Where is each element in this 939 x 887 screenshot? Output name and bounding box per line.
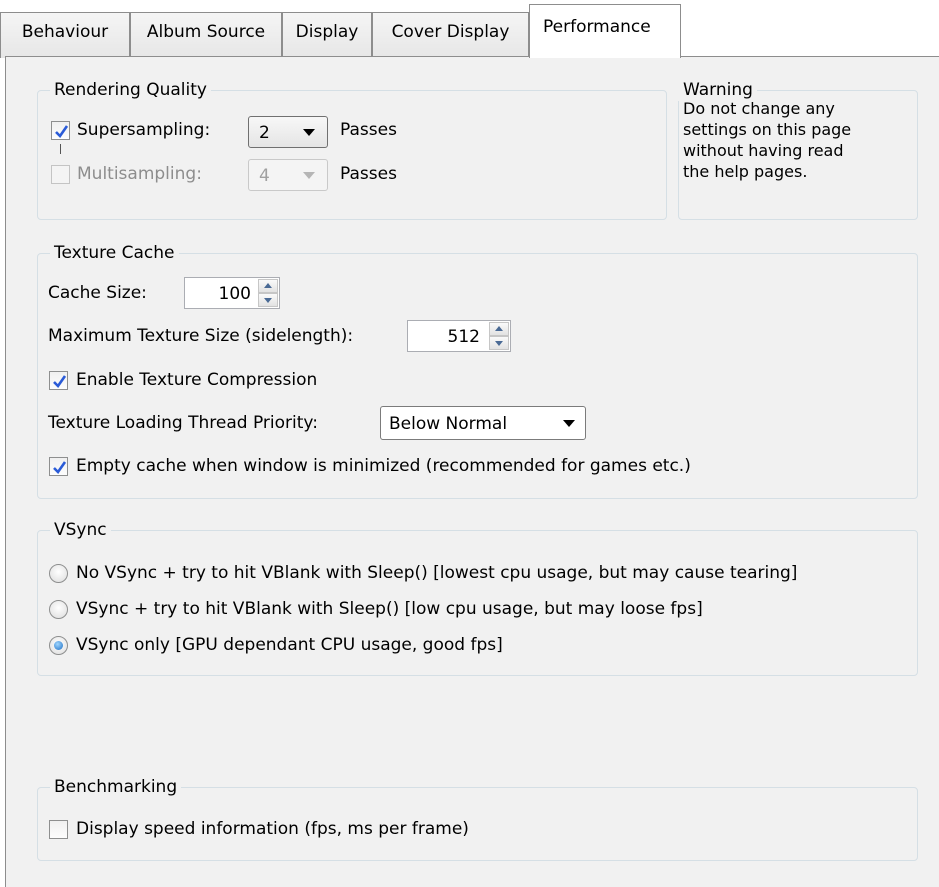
warning-text-line: Do not change any bbox=[683, 99, 835, 118]
group-title: Rendering Quality bbox=[50, 79, 211, 101]
select-value: 2 bbox=[259, 123, 270, 143]
decrement-button[interactable] bbox=[258, 293, 278, 307]
empty-cache-checkbox[interactable] bbox=[49, 457, 68, 476]
tab-display[interactable]: Display bbox=[282, 12, 372, 58]
multisampling-checkbox[interactable] bbox=[51, 165, 70, 184]
multisampling-label: Multisampling: bbox=[77, 164, 202, 184]
supersampling-checkbox[interactable] bbox=[51, 121, 70, 140]
texture-compression-checkbox[interactable] bbox=[49, 371, 68, 390]
group-title: Benchmarking bbox=[50, 776, 182, 798]
multisampling-passes-select[interactable]: 4 bbox=[248, 159, 328, 191]
vsync-option-label: VSync only [GPU dependant CPU usage, goo… bbox=[76, 635, 503, 655]
rendering-quality-group: Rendering Quality Supersampling: 2 Passe… bbox=[37, 79, 667, 220]
chevron-down-icon bbox=[303, 172, 315, 179]
decrement-button[interactable] bbox=[489, 336, 509, 350]
thread-priority-select[interactable]: Below Normal bbox=[380, 406, 586, 440]
stepper-value: 100 bbox=[218, 284, 251, 304]
supersampling-label: Supersampling: bbox=[77, 120, 211, 140]
checkmark-icon bbox=[53, 375, 67, 389]
warning-text-line: settings on this page bbox=[683, 120, 852, 139]
speed-info-checkbox[interactable] bbox=[49, 820, 68, 839]
tab-page-performance: Rendering Quality Supersampling: 2 Passe… bbox=[5, 56, 939, 887]
increment-button[interactable] bbox=[489, 322, 509, 336]
warning-group: Warning Do not change any settings on th… bbox=[678, 79, 918, 220]
tab-label: Album Source bbox=[146, 22, 266, 42]
warning-text-line: the help pages. bbox=[683, 162, 808, 181]
tab-album-source[interactable]: Album Source bbox=[130, 12, 282, 58]
stepper-value: 512 bbox=[447, 327, 480, 347]
link-line bbox=[60, 144, 61, 154]
tab-label: Display bbox=[295, 22, 359, 42]
tab-strip: Behaviour Album Source Display Cover Dis… bbox=[0, 0, 939, 58]
cache-size-stepper[interactable]: 100 bbox=[184, 277, 280, 309]
group-title: VSync bbox=[50, 519, 111, 541]
texture-compression-label: Enable Texture Compression bbox=[76, 370, 318, 390]
tab-behaviour[interactable]: Behaviour bbox=[0, 12, 130, 58]
empty-cache-label: Empty cache when window is minimized (re… bbox=[76, 456, 691, 476]
chevron-down-icon bbox=[303, 129, 315, 136]
benchmarking-group: Benchmarking Display speed information (… bbox=[37, 776, 918, 861]
group-title: Texture Cache bbox=[50, 242, 179, 264]
vsync-option-label: VSync + try to hit VBlank with Sleep() [… bbox=[76, 599, 703, 619]
max-texture-size-stepper[interactable]: 512 bbox=[407, 320, 511, 352]
vsync-group: VSync No VSync + try to hit VBlank with … bbox=[37, 519, 918, 676]
select-value: 4 bbox=[259, 166, 270, 186]
radio-dot-icon bbox=[54, 641, 63, 650]
tab-performance[interactable]: Performance bbox=[529, 4, 681, 58]
tab-cover-display[interactable]: Cover Display bbox=[372, 12, 529, 58]
speed-info-label: Display speed information (fps, ms per f… bbox=[76, 819, 469, 839]
max-texture-size-label: Maximum Texture Size (sidelength): bbox=[48, 326, 354, 346]
increment-button[interactable] bbox=[258, 279, 278, 293]
tab-label: Performance bbox=[543, 17, 651, 37]
thread-priority-label: Texture Loading Thread Priority: bbox=[48, 413, 318, 433]
select-value: Below Normal bbox=[389, 414, 508, 434]
cache-size-label: Cache Size: bbox=[48, 283, 147, 303]
warning-text-line: without having read bbox=[683, 141, 844, 160]
supersampling-passes-select[interactable]: 2 bbox=[248, 116, 328, 148]
vsync-option-radio-selected[interactable] bbox=[49, 636, 68, 655]
tab-label: Cover Display bbox=[391, 22, 510, 42]
multisampling-unit: Passes bbox=[340, 164, 397, 184]
checkmark-icon bbox=[53, 461, 67, 475]
stepper-buttons bbox=[489, 322, 509, 350]
stepper-buttons bbox=[258, 279, 278, 307]
supersampling-unit: Passes bbox=[340, 120, 397, 140]
vsync-option-radio[interactable] bbox=[49, 564, 68, 583]
texture-cache-group: Texture Cache Cache Size: 100 Maximum Te… bbox=[37, 242, 918, 499]
vsync-option-radio[interactable] bbox=[49, 600, 68, 619]
chevron-down-icon bbox=[563, 420, 575, 427]
vsync-option-label: No VSync + try to hit VBlank with Sleep(… bbox=[76, 563, 798, 583]
tab-label: Behaviour bbox=[21, 22, 109, 42]
checkmark-icon bbox=[55, 125, 69, 139]
